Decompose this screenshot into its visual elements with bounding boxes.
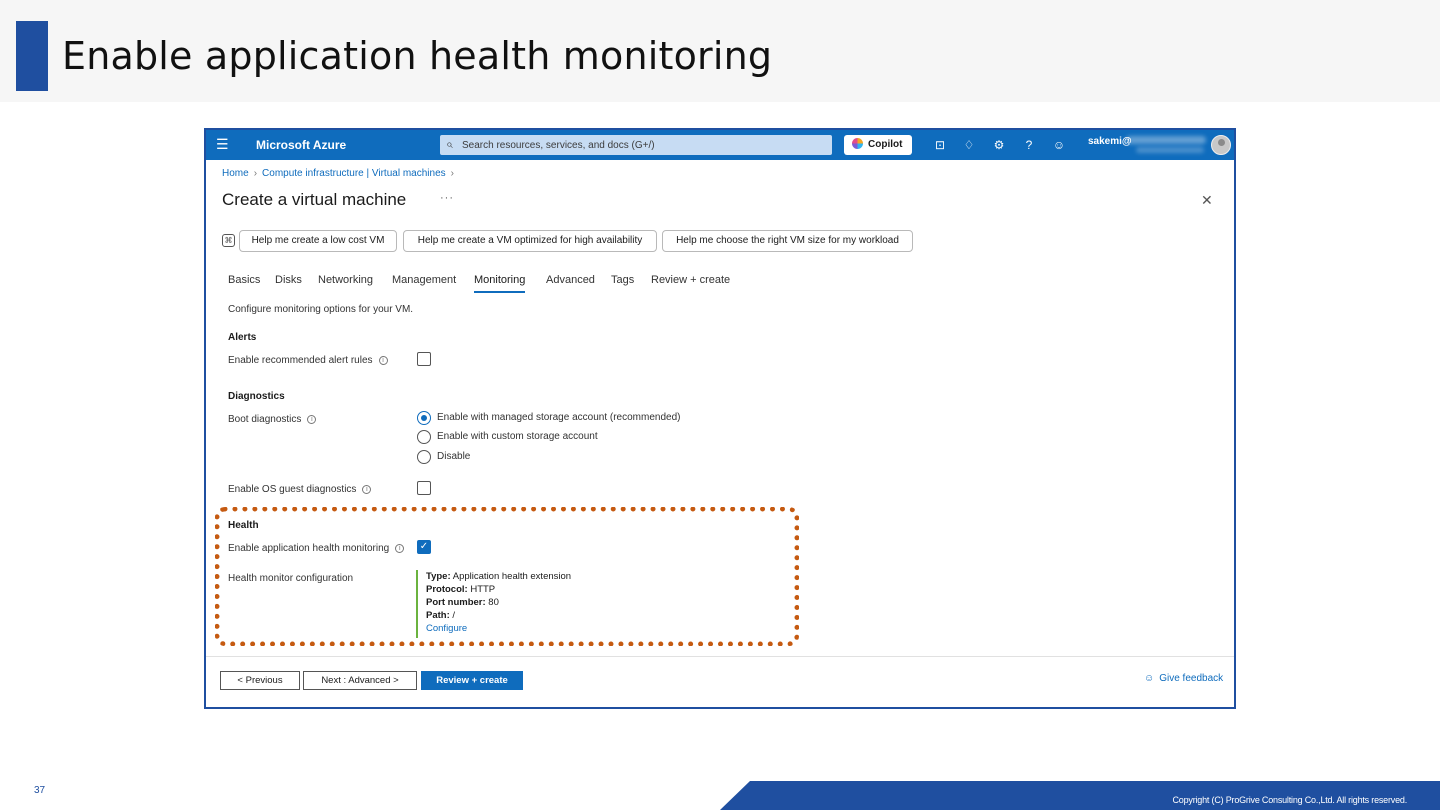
config-path-row: Path: / (426, 609, 571, 622)
azure-portal-screenshot: ☰ Microsoft Azure ⌕ Copilot ⊡ ♢ ⚙ ? ☺ sa… (204, 128, 1236, 709)
app-health-label: Enable application health monitoring i (228, 543, 405, 554)
give-feedback-link[interactable]: ☺ Give feedback (1144, 673, 1223, 684)
radio-selected[interactable] (417, 411, 431, 425)
feedback-icon: ☺ (1144, 673, 1155, 684)
user-name[interactable]: sakemi@ (1088, 136, 1132, 147)
give-feedback-label: Give feedback (1159, 673, 1224, 684)
search-input[interactable] (462, 137, 822, 153)
tab-review-create[interactable]: Review + create (651, 274, 730, 286)
recommended-alerts-label: Enable recommended alert rules i (228, 355, 388, 366)
page-number: 37 (34, 785, 46, 796)
config-protocol-key: Protocol: (426, 584, 468, 595)
radio-unselected[interactable] (417, 450, 431, 464)
recommended-alerts-text: Enable recommended alert rules (228, 355, 373, 366)
breadcrumb-virtual-machines[interactable]: Compute infrastructure | Virtual machine… (262, 168, 446, 179)
footer-divider (206, 656, 1234, 657)
breadcrumb: Home › Compute infrastructure | Virtual ma… (222, 168, 459, 179)
tab-basics[interactable]: Basics (228, 274, 260, 286)
boot-option-custom-label: Enable with custom storage account (437, 431, 598, 442)
global-search[interactable]: ⌕ (440, 135, 832, 155)
info-icon[interactable]: i (395, 543, 405, 553)
cloud-shell-icon[interactable]: ⊡ (932, 137, 948, 153)
tab-tags[interactable]: Tags (611, 274, 634, 286)
search-icon: ⌕ (446, 137, 453, 151)
boot-diagnostics-label: Boot diagnostics i (228, 414, 317, 425)
copilot-label: Copilot (868, 139, 903, 150)
chip-low-cost-vm[interactable]: Help me create a low cost VM (239, 230, 397, 252)
copyright: Copyright (C) ProGrive Consulting Co.,Lt… (1172, 795, 1408, 805)
config-protocol-value: HTTP (470, 584, 496, 595)
health-heading: Health (228, 520, 259, 531)
review-create-button[interactable]: Review + create (421, 671, 523, 690)
alerts-heading: Alerts (228, 332, 257, 343)
config-path-key: Path: (426, 610, 450, 621)
breadcrumb-home[interactable]: Home (222, 168, 249, 179)
chevron-right-icon: › (253, 168, 258, 179)
radio-unselected[interactable] (417, 430, 431, 444)
config-type-key: Type: (426, 571, 451, 582)
redacted-user-info (1126, 136, 1206, 144)
slide-title: Enable application health monitoring (62, 34, 773, 78)
redacted-tenant-info (1136, 147, 1204, 153)
close-icon[interactable]: ✕ (1201, 192, 1213, 209)
monitoring-description: Configure monitoring options for your VM… (228, 304, 414, 315)
feedback-icon[interactable]: ☺ (1051, 137, 1067, 153)
next-advanced-button[interactable]: Next : Advanced > (303, 671, 417, 690)
boot-diagnostics-text: Boot diagnostics (228, 414, 302, 425)
boot-option-managed-label: Enable with managed storage account (rec… (437, 412, 681, 423)
copilot-icon (852, 138, 863, 149)
os-guest-diagnostics-checkbox[interactable] (417, 481, 431, 495)
info-icon[interactable]: i (362, 484, 372, 494)
tab-disks[interactable]: Disks (275, 274, 302, 286)
previous-button[interactable]: < Previous (220, 671, 300, 690)
tab-monitoring[interactable]: Monitoring (474, 274, 526, 293)
bell-icon[interactable]: ♢ (961, 137, 977, 153)
app-health-checkbox[interactable]: ✓ (417, 540, 431, 554)
os-guest-diagnostics-label: Enable OS guest diagnostics i (228, 484, 372, 495)
config-type-row: Type: Application health extension (426, 570, 571, 583)
config-port-value: 80 (488, 597, 499, 608)
diagnostics-heading: Diagnostics (228, 391, 285, 402)
chevron-right-icon: › (450, 168, 454, 179)
config-type-value: Application health extension (452, 571, 572, 582)
copilot-button[interactable]: Copilot (844, 135, 912, 155)
tab-advanced[interactable]: Advanced (546, 274, 595, 286)
hamburger-icon[interactable]: ☰ (216, 136, 229, 153)
config-protocol-row: Protocol: HTTP (426, 583, 571, 596)
azure-topbar: ☰ Microsoft Azure ⌕ Copilot ⊡ ♢ ⚙ ? ☺ sa… (206, 130, 1234, 160)
slide-accent-bar (16, 21, 48, 91)
copilot-prompt-icon: ⌘ (222, 234, 235, 247)
boot-option-disable-label: Disable (437, 451, 471, 462)
app-health-text: Enable application health monitoring (228, 543, 390, 554)
config-port-row: Port number: 80 (426, 596, 571, 609)
checkmark-icon: ✓ (419, 541, 429, 552)
brand-label[interactable]: Microsoft Azure (256, 138, 346, 152)
configure-link[interactable]: Configure (426, 622, 571, 635)
config-path-value: / (452, 610, 456, 621)
avatar[interactable] (1211, 135, 1231, 155)
more-options-icon[interactable]: ··· (440, 192, 454, 204)
config-port-key: Port number: (426, 597, 486, 608)
page-title: Create a virtual machine (222, 190, 407, 209)
chip-high-availability-vm[interactable]: Help me create a VM optimized for high a… (403, 230, 657, 252)
health-config-label: Health monitor configuration (228, 573, 354, 584)
tab-networking[interactable]: Networking (318, 274, 373, 286)
gear-icon[interactable]: ⚙ (991, 137, 1007, 153)
os-guest-diagnostics-text: Enable OS guest diagnostics (228, 484, 357, 495)
recommended-alerts-checkbox[interactable] (417, 352, 431, 366)
info-icon[interactable]: i (378, 355, 388, 365)
slide-header: Enable application health monitoring (0, 0, 1440, 102)
info-icon[interactable]: i (307, 414, 317, 424)
chip-vm-size[interactable]: Help me choose the right VM size for my … (662, 230, 913, 252)
tab-management[interactable]: Management (392, 274, 456, 286)
health-config-details: Type: Application health extension Proto… (416, 570, 571, 638)
help-icon[interactable]: ? (1021, 137, 1037, 153)
